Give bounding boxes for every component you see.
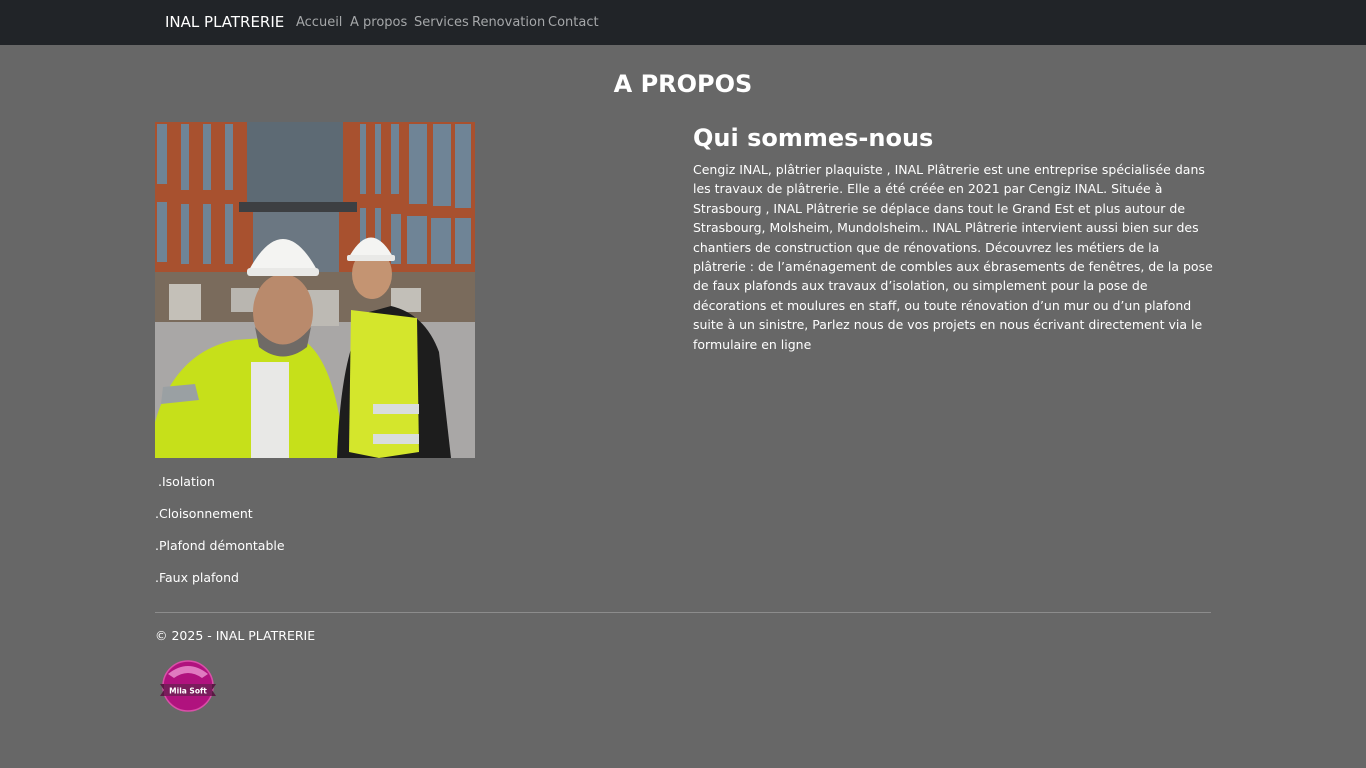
nav-link-a-propos[interactable]: A propos xyxy=(350,15,407,30)
footer-copyright: © 2025 - INAL PLATRERIE xyxy=(155,628,316,643)
about-heading: Qui sommes-nous xyxy=(693,124,934,152)
service-item-cloisonnement: .Cloisonnement xyxy=(155,506,253,521)
service-item-isolation: .Isolation xyxy=(158,474,215,489)
nav-link-renovation[interactable]: Renovation xyxy=(472,15,545,30)
nav-link-contact[interactable]: Contact xyxy=(548,15,599,30)
brand-link[interactable]: INAL PLATRERIE xyxy=(165,13,284,31)
nav-link-services[interactable]: Services xyxy=(414,15,469,30)
navbar: INAL PLATRERIE Accueil A propos Services… xyxy=(0,0,1366,45)
page-title: A PROPOS xyxy=(613,70,753,98)
mila-soft-logo[interactable]: Mila Soft xyxy=(158,660,218,712)
service-item-faux-plafond: .Faux plafond xyxy=(155,570,239,585)
team-photo xyxy=(155,122,475,458)
about-text: Cengiz INAL, plâtrier plaquiste , INAL P… xyxy=(693,162,1213,352)
nav-link-accueil[interactable]: Accueil xyxy=(296,15,342,30)
service-item-plafond-demontable: .Plafond démontable xyxy=(155,538,285,553)
logo-wordmark: Mila Soft xyxy=(169,687,207,696)
footer-divider xyxy=(155,612,1211,613)
